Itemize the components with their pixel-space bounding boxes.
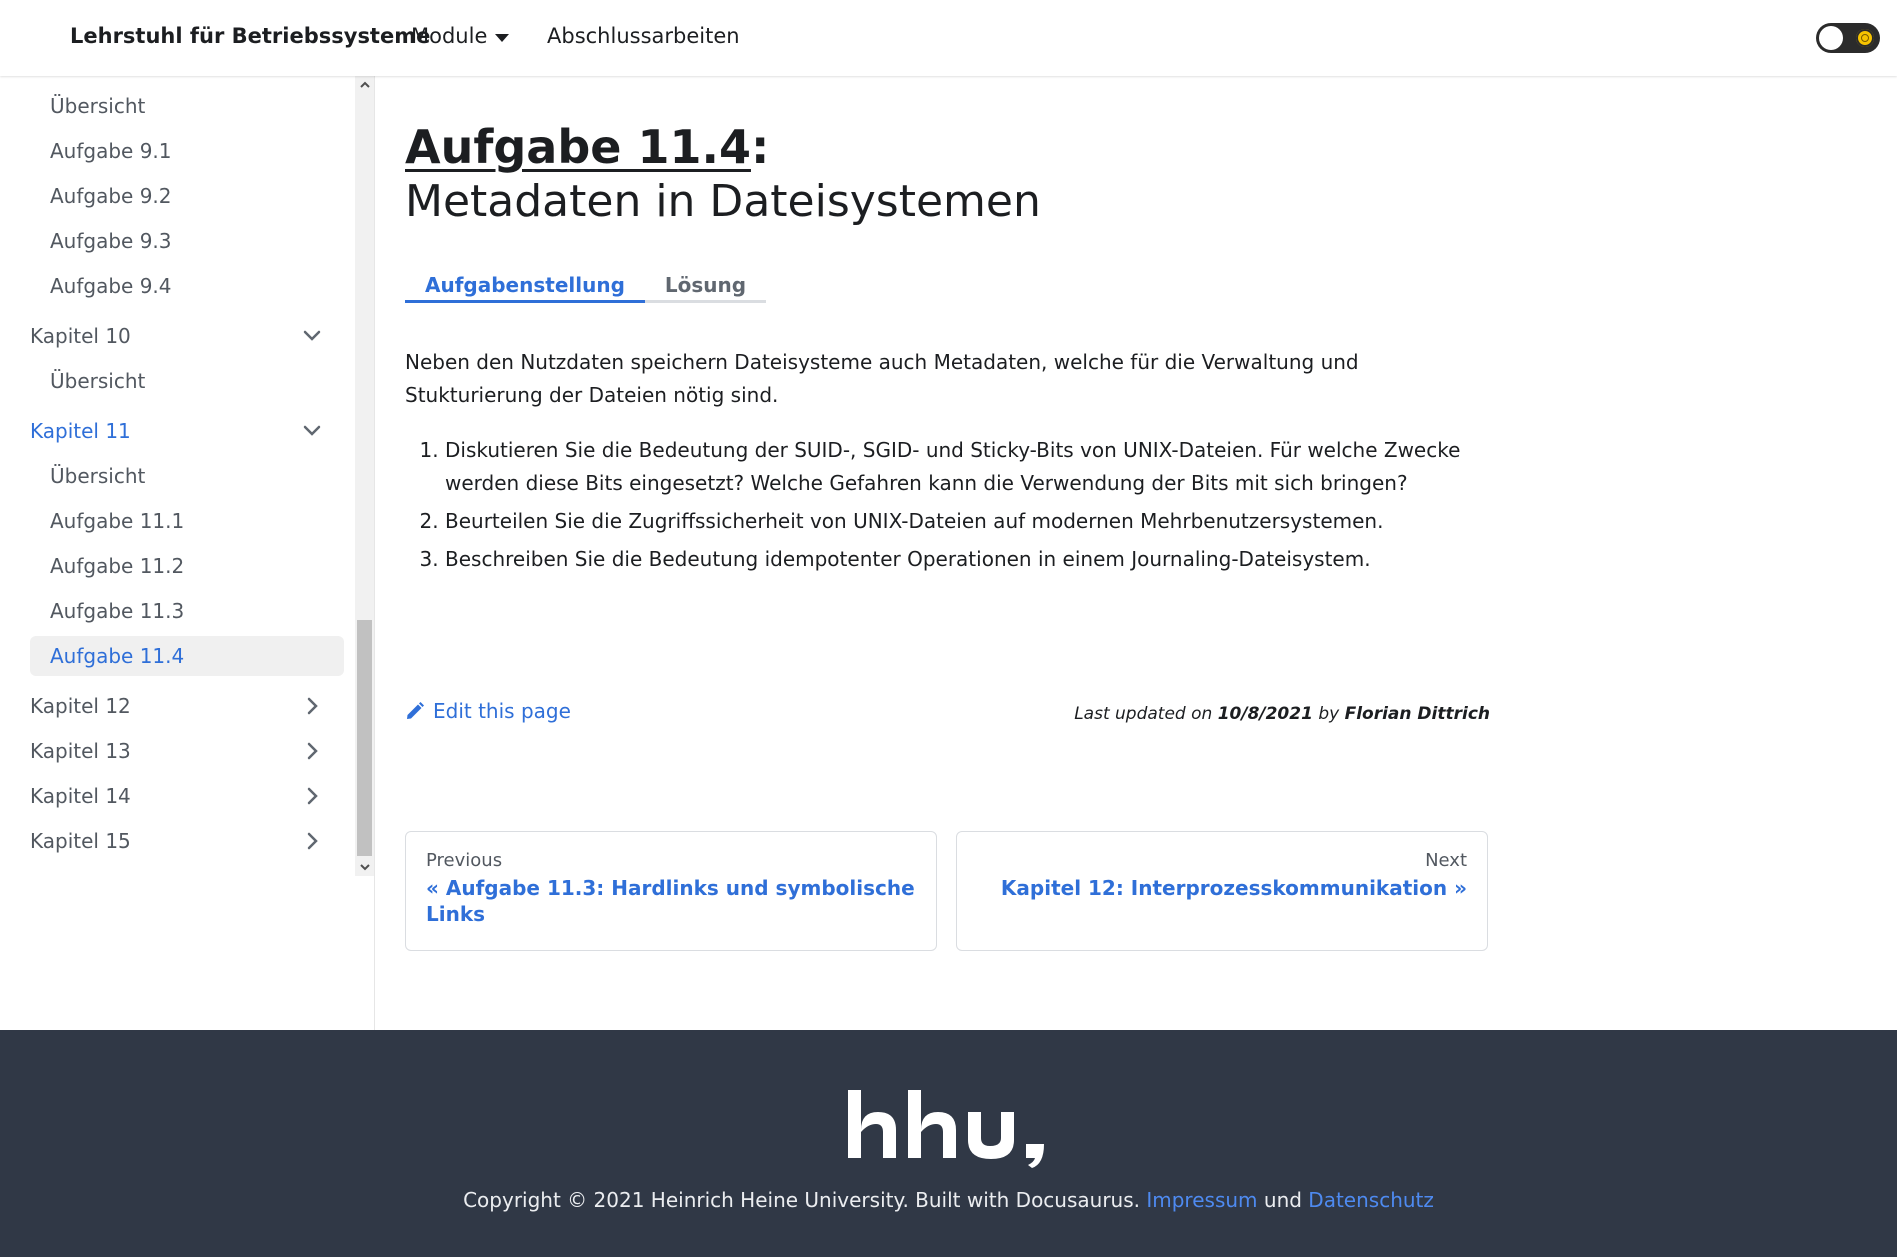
sidebar-item-label: Kapitel 10	[30, 324, 131, 348]
scroll-down-icon[interactable]	[355, 858, 374, 876]
sidebar-item-aufgabe-11-4[interactable]: Aufgabe 11.4	[30, 636, 344, 676]
tab-list: Aufgabenstellung Lösung	[405, 261, 767, 303]
tab-loesung[interactable]: Lösung	[645, 261, 766, 300]
sidebar-category-kapitel-14[interactable]: Kapitel 14	[30, 776, 344, 816]
toggle-knob	[1819, 26, 1843, 50]
intro-paragraph: Neben den Nutzdaten speichern Dateisyste…	[405, 350, 1359, 407]
sidebar-item-label: Aufgabe 11.1	[50, 509, 185, 533]
sidebar-item-aufgabe-9-1[interactable]: Aufgabe 9.1	[30, 131, 344, 171]
sidebar-item-aufgabe-11-3[interactable]: Aufgabe 11.3	[30, 591, 344, 631]
sidebar-item-label: Aufgabe 9.4	[50, 274, 172, 298]
pager-previous-label: « Aufgabe 11.3: Hardlinks und symbolisch…	[426, 876, 915, 926]
copyright-label: Copyright © 2021 Heinrich Heine Universi…	[463, 1188, 1147, 1212]
task-list: Diskutieren Sie die Bedeutung der SUID-,…	[405, 434, 1485, 576]
impressum-link[interactable]: Impressum	[1146, 1188, 1257, 1212]
doc-pager: Previous « Aufgabe 11.3: Hardlinks und s…	[405, 831, 1488, 951]
edit-link-label: Edit this page	[433, 699, 571, 723]
sidebar-item-label: Übersicht	[50, 464, 146, 488]
sidebar-scrollbar[interactable]	[355, 76, 374, 876]
datenschutz-link[interactable]: Datenschutz	[1308, 1188, 1434, 1212]
theme-toggle[interactable]	[1816, 23, 1880, 53]
last-updated: Last updated on 10/8/2021 by Florian Dit…	[890, 704, 1490, 724]
page-subtitle: Metadaten in Dateisystemen	[405, 176, 1041, 227]
pencil-icon	[407, 702, 424, 719]
edit-this-page-link[interactable]: Edit this page	[405, 699, 571, 723]
sidebar-item-label: Kapitel 13	[30, 739, 131, 763]
footer: Copyright © 2021 Heinrich Heine Universi…	[0, 1030, 1897, 1257]
sidebar: Übersicht Aufgabe 9.1 Aufgabe 9.2 Aufgab…	[0, 76, 375, 1030]
list-item: Beurteilen Sie die Zugriffssicherheit vo…	[445, 505, 1485, 538]
nav-theses-link[interactable]: Abschlussarbeiten	[547, 24, 740, 48]
sidebar-item-aufgabe-9-3[interactable]: Aufgabe 9.3	[30, 221, 344, 261]
caret-down-icon	[495, 33, 510, 42]
sidebar-item-label: Aufgabe 9.2	[50, 184, 172, 208]
pager-previous-button[interactable]: Previous « Aufgabe 11.3: Hardlinks und s…	[405, 831, 937, 951]
list-item: Diskutieren Sie die Bedeutung der SUID-,…	[445, 434, 1485, 500]
sidebar-category-kapitel-11[interactable]: Kapitel 11	[30, 411, 344, 451]
chevron-right-icon[interactable]	[302, 696, 322, 716]
sidebar-item-label: Aufgabe 11.4	[50, 644, 185, 668]
sidebar-item-uebersicht-10[interactable]: Übersicht	[30, 361, 344, 401]
last-updated-prefix: Last updated on	[1074, 704, 1218, 724]
sun-icon	[1856, 29, 1874, 47]
page-title-link[interactable]: Aufgabe 11.4	[405, 120, 751, 174]
sidebar-category-kapitel-15[interactable]: Kapitel 15	[30, 821, 344, 861]
last-updated-author: Florian Dittrich	[1344, 704, 1490, 724]
sidebar-item-label: Kapitel 12	[30, 694, 131, 718]
last-updated-by: by	[1312, 704, 1345, 724]
scroll-up-icon[interactable]	[355, 76, 374, 94]
chevron-right-icon[interactable]	[302, 741, 322, 761]
page-title: Aufgabe 11.4:	[405, 120, 769, 174]
sidebar-item-aufgabe-9-2[interactable]: Aufgabe 9.2	[30, 176, 344, 216]
pager-next-label: Kapitel 12: Interprozesskommunikation »	[1000, 876, 1467, 900]
pager-previous-sub: Previous	[426, 850, 503, 871]
navbar: Lehrstuhl für Betriebssysteme Module Abs…	[0, 0, 1897, 76]
chevron-down-icon[interactable]	[302, 421, 322, 441]
chevron-right-icon[interactable]	[302, 786, 322, 806]
sidebar-item-label: Kapitel 11	[30, 419, 131, 443]
sidebar-item-label: Übersicht	[50, 94, 146, 118]
sidebar-category-kapitel-12[interactable]: Kapitel 12	[30, 686, 344, 726]
sidebar-item-label: Aufgabe 9.3	[50, 229, 172, 253]
last-updated-date: 10/8/2021	[1217, 704, 1313, 724]
sidebar-category-kapitel-10[interactable]: Kapitel 10	[30, 316, 344, 356]
copyright-text: Copyright © 2021 Heinrich Heine Universi…	[0, 1188, 1897, 1212]
sidebar-item-label: Aufgabe 11.3	[50, 599, 185, 623]
copyright-und: und	[1257, 1188, 1309, 1212]
sidebar-item-aufgabe-11-2[interactable]: Aufgabe 11.2	[30, 546, 344, 586]
brand-link[interactable]: Lehrstuhl für Betriebssysteme	[70, 24, 430, 48]
sidebar-item-label: Aufgabe 9.1	[50, 139, 172, 163]
chevron-right-icon[interactable]	[302, 831, 322, 851]
sidebar-item-aufgabe-9-4[interactable]: Aufgabe 9.4	[30, 266, 344, 306]
nav-modules-label: Module	[411, 24, 488, 48]
hhu-logo[interactable]	[848, 1090, 1052, 1174]
pager-next-button[interactable]: Next Kapitel 12: Interprozesskommunikati…	[956, 831, 1488, 951]
nav-modules-dropdown[interactable]: Module	[411, 24, 510, 48]
pager-next-sub: Next	[1425, 850, 1467, 871]
sidebar-item-uebersicht-9[interactable]: Übersicht	[30, 86, 344, 126]
sidebar-item-uebersicht-11[interactable]: Übersicht	[30, 456, 344, 496]
chevron-down-icon[interactable]	[302, 326, 322, 346]
sidebar-item-label: Kapitel 14	[30, 784, 131, 808]
sidebar-item-label: Kapitel 15	[30, 829, 131, 853]
sidebar-item-aufgabe-11-1[interactable]: Aufgabe 11.1	[30, 501, 344, 541]
tab-aufgabenstellung[interactable]: Aufgabenstellung	[405, 261, 645, 303]
page-title-colon: :	[750, 120, 770, 174]
sidebar-item-label: Übersicht	[50, 369, 146, 393]
sidebar-item-label: Aufgabe 11.2	[50, 554, 185, 578]
scrollbar-thumb[interactable]	[357, 620, 372, 856]
task-content: Neben den Nutzdaten speichern Dateisyste…	[405, 346, 1485, 581]
list-item: Beschreiben Sie die Bedeutung idempotent…	[445, 543, 1485, 576]
sidebar-category-kapitel-13[interactable]: Kapitel 13	[30, 731, 344, 771]
